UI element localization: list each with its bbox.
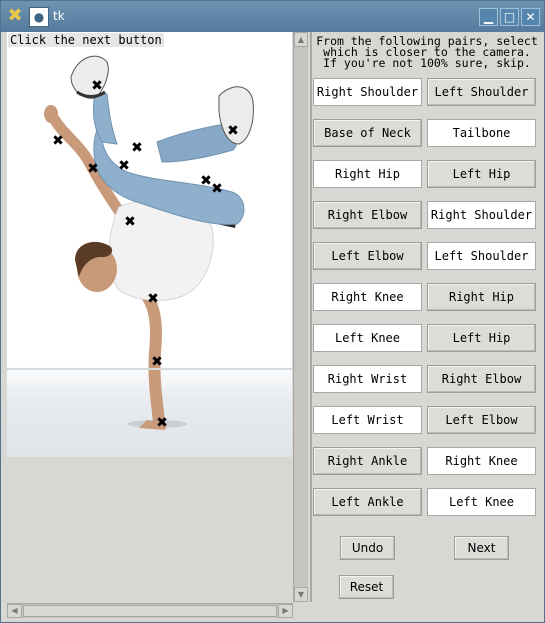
scroll-left-icon[interactable]: ◀ bbox=[7, 604, 22, 618]
pair-0-right-button[interactable]: Left Shoulder bbox=[427, 78, 536, 106]
scroll-up-icon[interactable]: ▲ bbox=[294, 32, 308, 47]
prompt-text: From the following pairs, select which i… bbox=[316, 34, 538, 70]
joint-marker[interactable]: ✖ bbox=[211, 182, 223, 196]
pair-6-left-button[interactable]: Left Knee bbox=[313, 324, 422, 352]
undo-button[interactable]: Undo bbox=[340, 536, 395, 560]
pair-3-right-button[interactable]: Right Shoulder bbox=[427, 201, 536, 229]
pair-0-left-button[interactable]: Right Shoulder bbox=[313, 78, 422, 106]
dancer-illustration bbox=[44, 55, 254, 430]
x-logo-icon: ✖ bbox=[7, 5, 23, 26]
window-title: tk bbox=[53, 9, 65, 23]
minimize-icon[interactable]: ▁ bbox=[479, 8, 498, 26]
pair-9-left-button[interactable]: Right Ankle bbox=[313, 447, 422, 475]
close-icon[interactable]: ✕ bbox=[521, 8, 540, 26]
pair-9-right-button[interactable]: Right Knee bbox=[427, 447, 536, 475]
pair-1-left-button[interactable]: Base of Neck bbox=[313, 119, 422, 147]
joint-marker[interactable]: ✖ bbox=[156, 416, 168, 430]
horizontal-scrollbar[interactable]: ◀ ▶ bbox=[7, 603, 293, 618]
joint-marker[interactable]: ✖ bbox=[52, 134, 64, 148]
app-window: ✖ ● tk ▁ □ ✕ Click the next button ✖ ✖ ✖… bbox=[0, 0, 545, 623]
pair-6-right-button[interactable]: Left Hip bbox=[427, 324, 536, 352]
pair-8-left-button[interactable]: Left Wrist bbox=[313, 406, 422, 434]
next-button[interactable]: Next bbox=[454, 536, 509, 560]
floor-horizon bbox=[7, 368, 292, 370]
pair-5-left-button[interactable]: Right Knee bbox=[313, 283, 422, 311]
title-bar: ✖ ● tk ▁ □ ✕ bbox=[1, 1, 544, 32]
joint-marker[interactable]: ✖ bbox=[147, 292, 159, 306]
instruction-label: Click the next button bbox=[8, 33, 164, 47]
joint-marker[interactable]: ✖ bbox=[91, 79, 103, 93]
pair-3-left-button[interactable]: Right Elbow bbox=[313, 201, 422, 229]
pair-10-right-button[interactable]: Left Knee bbox=[427, 488, 536, 516]
reset-button[interactable]: Reset bbox=[339, 575, 394, 599]
pair-4-right-button[interactable]: Left Shoulder bbox=[427, 242, 536, 270]
joint-marker[interactable]: ✖ bbox=[124, 215, 136, 229]
vertical-scrollbar[interactable]: ▲ ▼ bbox=[293, 32, 308, 602]
scroll-right-icon[interactable]: ▶ bbox=[278, 604, 293, 618]
breakdancer-photo[interactable] bbox=[7, 32, 292, 457]
pair-7-left-button[interactable]: Right Wrist bbox=[313, 365, 422, 393]
maximize-icon[interactable]: □ bbox=[500, 8, 519, 26]
pair-7-right-button[interactable]: Right Elbow bbox=[427, 365, 536, 393]
pair-selection-panel bbox=[310, 32, 542, 602]
scroll-down-icon[interactable]: ▼ bbox=[294, 587, 308, 602]
joint-marker[interactable]: ✖ bbox=[151, 355, 163, 369]
joint-marker[interactable]: ✖ bbox=[227, 124, 239, 138]
pair-2-left-button[interactable]: Right Hip bbox=[313, 160, 422, 188]
joint-marker[interactable]: ✖ bbox=[118, 159, 130, 173]
window-menu-icon[interactable]: ● bbox=[29, 7, 49, 27]
pair-1-right-button[interactable]: Tailbone bbox=[427, 119, 536, 147]
joint-marker[interactable]: ✖ bbox=[87, 162, 99, 176]
horizontal-scroll-thumb[interactable] bbox=[23, 605, 277, 617]
pair-2-right-button[interactable]: Left Hip bbox=[427, 160, 536, 188]
pair-8-right-button[interactable]: Left Elbow bbox=[427, 406, 536, 434]
pair-10-left-button[interactable]: Left Ankle bbox=[313, 488, 422, 516]
pair-5-right-button[interactable]: Right Hip bbox=[427, 283, 536, 311]
joint-marker[interactable]: ✖ bbox=[131, 141, 143, 155]
pair-4-left-button[interactable]: Left Elbow bbox=[313, 242, 422, 270]
